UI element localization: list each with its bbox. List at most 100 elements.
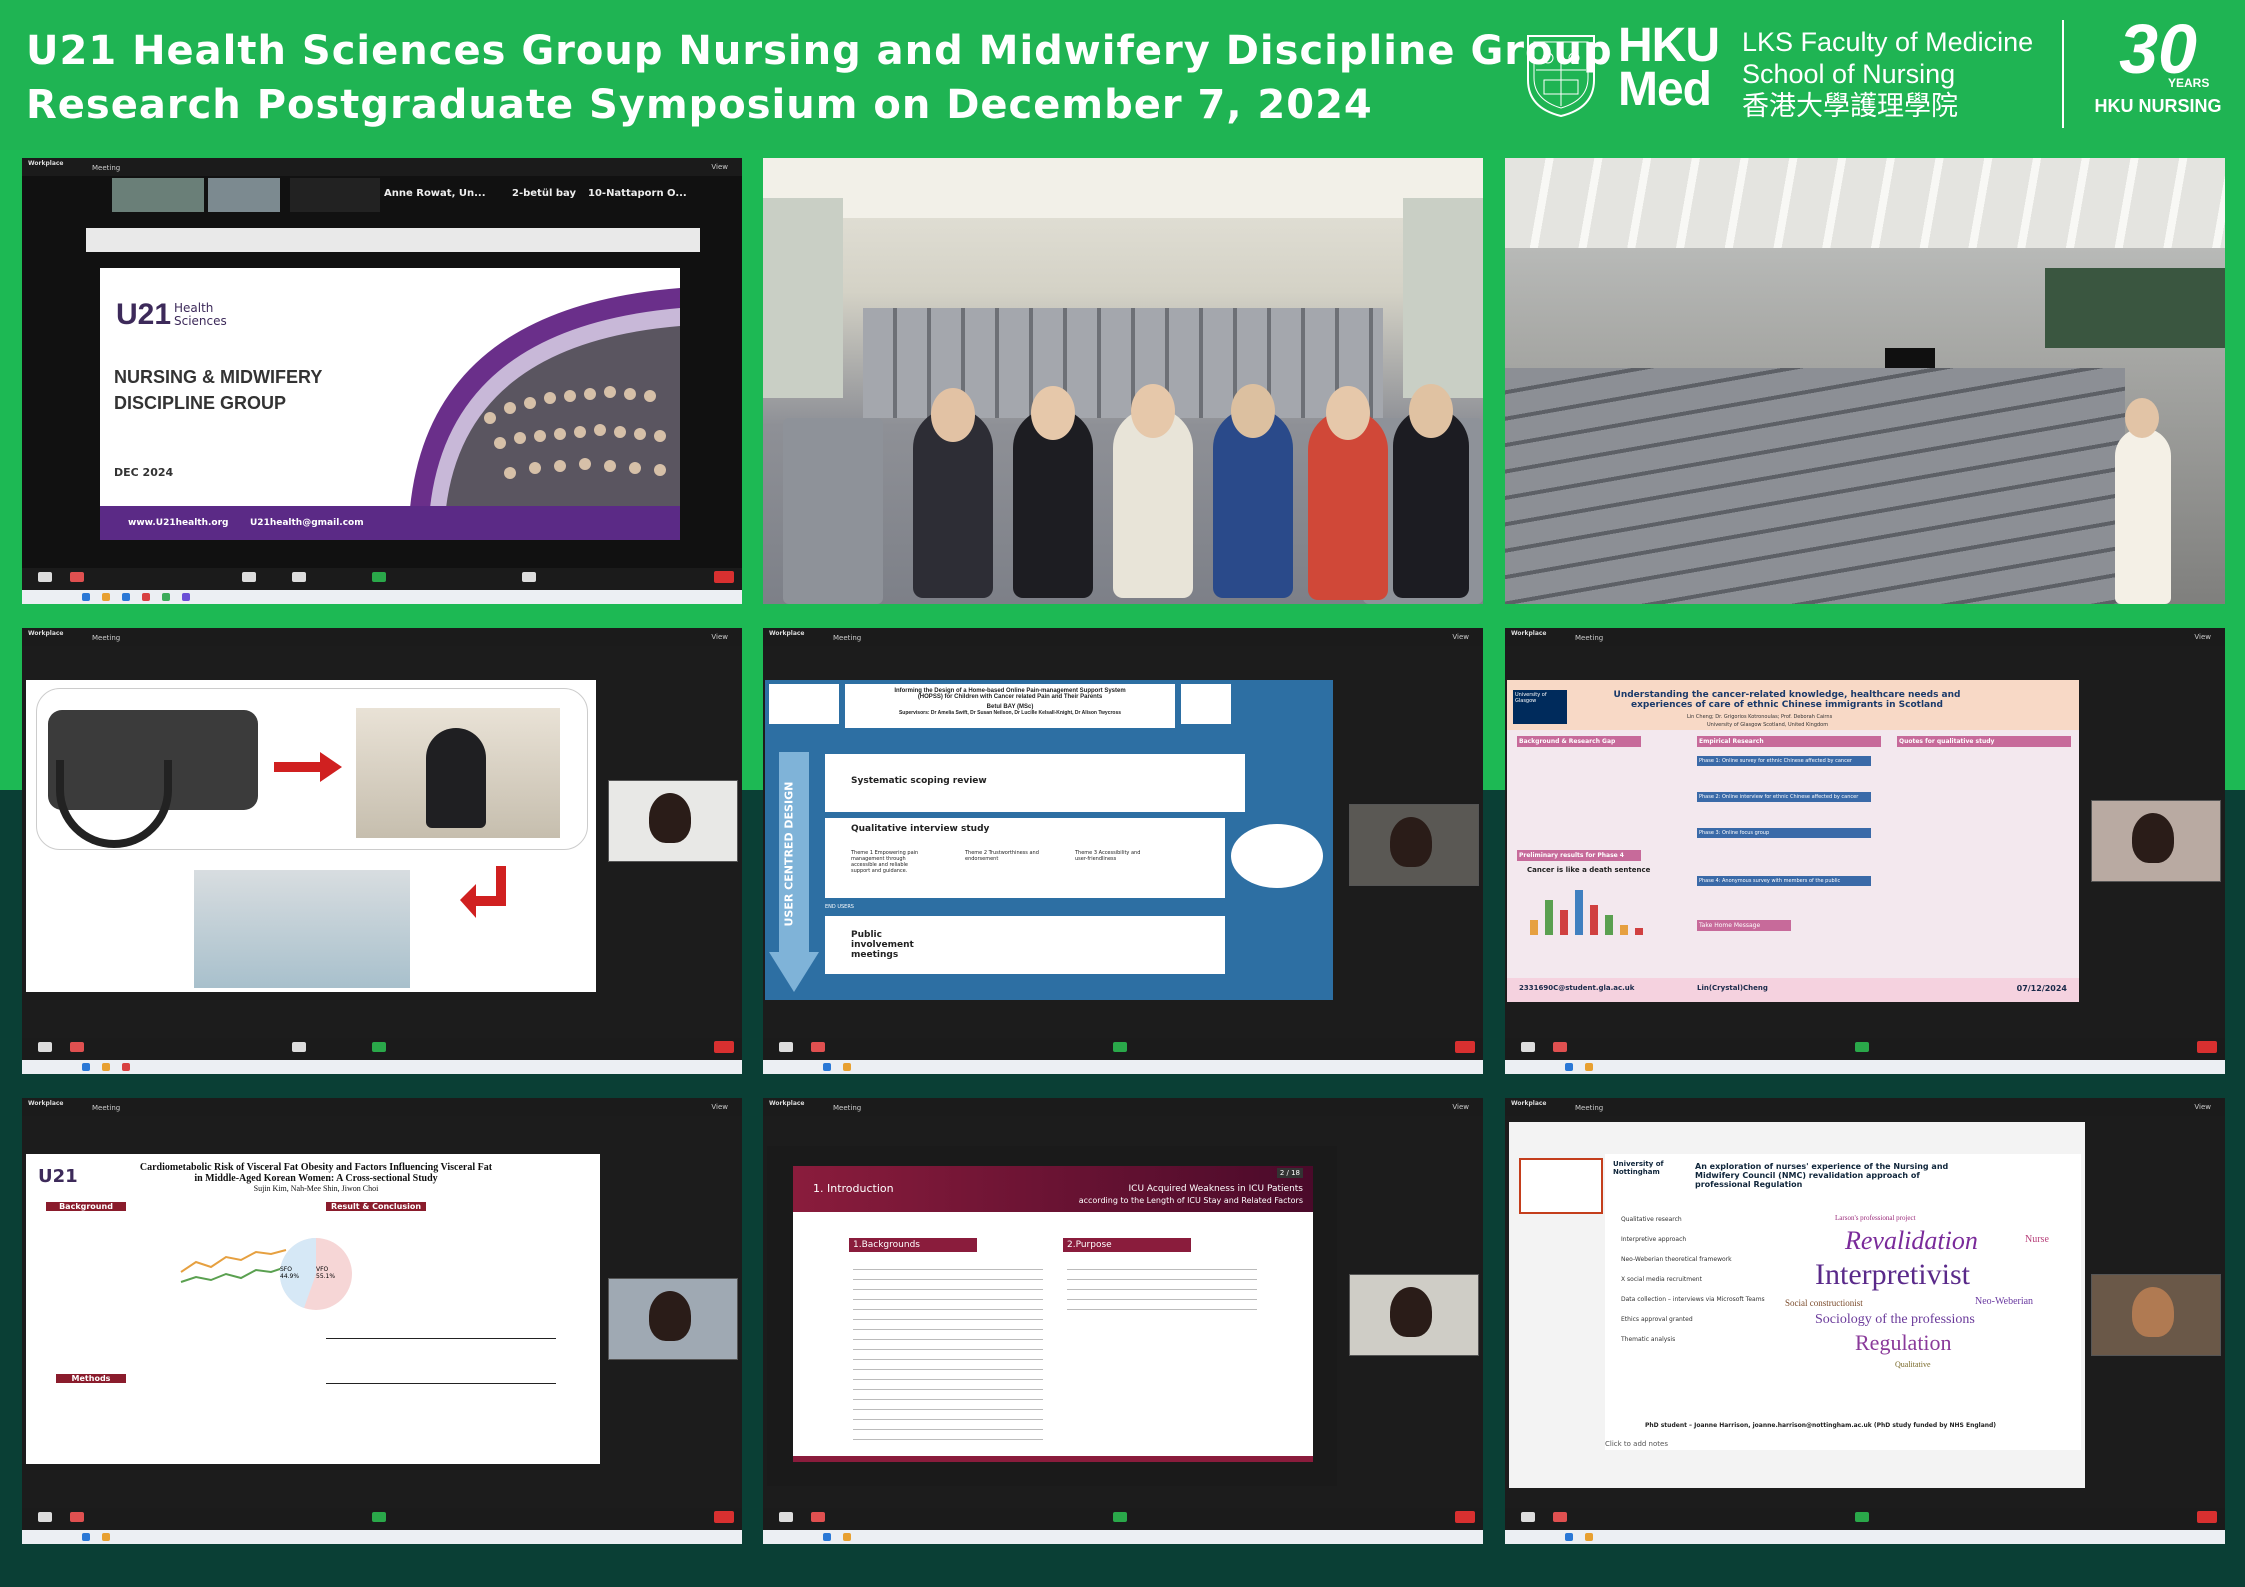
view-button[interactable]: View [2194,633,2211,641]
start-icon[interactable] [1565,1063,1573,1071]
speaker-video-tile[interactable] [2091,1274,2221,1356]
app-icon[interactable] [102,1063,110,1071]
app-icon[interactable] [142,593,150,601]
video-icon[interactable] [70,572,84,582]
view-button[interactable]: View [711,1103,728,1111]
share-icon[interactable] [372,1042,386,1052]
speaker-face [649,1291,691,1341]
app-icon[interactable] [1585,1063,1593,1071]
poster-email: 2331690C@student.gla.ac.uk [1519,984,1635,992]
app-icon[interactable] [843,1533,851,1541]
attendee-face [1031,386,1075,440]
participant-video[interactable] [290,178,380,212]
poster-supervisors: Supervisors: Dr Amelia Swift, Dr Susan N… [898,710,1122,716]
view-button[interactable]: View [711,163,728,171]
slide-footer-bar [793,1456,1313,1462]
anniversary-logo: 30 YEARS HKU NURSING [2088,14,2228,124]
speaker-face [2132,1287,2174,1337]
app-icon[interactable] [843,1063,851,1071]
share-icon[interactable] [372,572,386,582]
glasgow-poster: University of Glasgow Understanding the … [1507,680,2079,1002]
video-icon[interactable] [70,1512,84,1522]
zoom-controls [22,1038,742,1060]
app-icon[interactable] [1585,1533,1593,1541]
share-icon[interactable] [1113,1512,1127,1522]
share-icon[interactable] [1855,1042,1869,1052]
share-icon[interactable] [372,1512,386,1522]
video-icon[interactable] [811,1042,825,1052]
leave-button[interactable] [2197,1511,2217,1523]
notes-placeholder[interactable]: Click to add notes [1605,1440,1668,1448]
logo-divider [2062,20,2064,128]
view-button[interactable]: View [1452,633,1469,641]
method-item: Qualitative research [1621,1216,1682,1223]
section-title: 1. Introduction [813,1182,894,1195]
participants-icon[interactable] [242,572,256,582]
seat-rows [1505,368,2125,604]
chat-icon[interactable] [292,1042,306,1052]
audio-icon[interactable] [1521,1512,1535,1522]
video-icon[interactable] [811,1512,825,1522]
app-icon[interactable] [182,593,190,601]
audio-icon[interactable] [38,1042,52,1052]
video-icon[interactable] [70,1042,84,1052]
projector-screen [2045,268,2225,348]
panel-zoom-hopss-poster: Workplace Meeting View Informing the Des… [763,628,1483,1074]
speaker-video-tile[interactable] [1349,804,1479,886]
word-cloud-word: Qualitative [1895,1360,1931,1369]
share-icon[interactable] [1855,1512,1869,1522]
video-icon[interactable] [1553,1512,1567,1522]
attendee-face [1409,384,1453,438]
audio-icon[interactable] [1521,1042,1535,1052]
windows-taskbar [1505,1060,2225,1074]
leave-button[interactable] [714,1511,734,1523]
poster-footer: 2331690C@student.gla.ac.uk Lin(Crystal)C… [1507,978,2079,1002]
faculty-name: LKS Faculty of Medicine School of Nursin… [1742,26,2033,122]
audio-icon[interactable] [38,572,52,582]
start-icon[interactable] [1565,1533,1573,1541]
view-button[interactable]: View [2194,1103,2211,1111]
leave-button[interactable] [714,1041,734,1053]
zoom-title-bar: Workplace Meeting View [1505,1098,2225,1116]
u21-logo-text: U21 [116,298,172,331]
start-icon[interactable] [82,1063,90,1071]
leave-button[interactable] [1455,1041,1475,1053]
speaker-video-tile[interactable] [608,1278,738,1360]
chat-icon[interactable] [292,572,306,582]
start-icon[interactable] [823,1533,831,1541]
meeting-label: Meeting [1575,634,1604,642]
view-button[interactable]: View [711,633,728,641]
start-icon[interactable] [82,1533,90,1541]
speaker-video-tile[interactable] [1349,1274,1479,1356]
video-icon[interactable] [1553,1042,1567,1052]
hopss-poster: Informing the Design of a Home-based Onl… [765,680,1333,1000]
app-icon[interactable] [122,593,130,601]
record-icon[interactable] [522,572,536,582]
leave-button[interactable] [1455,1511,1475,1523]
app-icon[interactable] [162,593,170,601]
mini-bar-chart [1530,890,1643,935]
poster-header: Informing the Design of a Home-based Onl… [845,684,1175,728]
app-icon[interactable] [102,593,110,601]
participant-video[interactable] [208,178,280,212]
speaker-video-tile[interactable] [608,780,738,862]
leave-button[interactable] [714,571,734,583]
app-icon[interactable] [122,1063,130,1071]
participant-video[interactable] [112,178,204,212]
leave-button[interactable] [2197,1041,2217,1053]
audio-icon[interactable] [779,1512,793,1522]
method-item: Ethics approval granted [1621,1316,1693,1323]
audio-icon[interactable] [38,1512,52,1522]
speaker-video-tile[interactable] [2091,800,2221,882]
scoping-review-label: Systematic scoping review [851,776,987,786]
app-icon[interactable] [102,1533,110,1541]
start-icon[interactable] [82,593,90,601]
view-button[interactable]: View [1452,1103,1469,1111]
audio-icon[interactable] [779,1042,793,1052]
speaker-face [2132,813,2174,863]
hopss-logo [1181,684,1231,724]
share-icon[interactable] [1113,1042,1127,1052]
start-icon[interactable] [823,1063,831,1071]
poster-title-1: Cardiometabolic Risk of Visceral Fat Obe… [139,1162,493,1173]
quotes-header: Quotes for qualitative study [1897,736,2071,747]
